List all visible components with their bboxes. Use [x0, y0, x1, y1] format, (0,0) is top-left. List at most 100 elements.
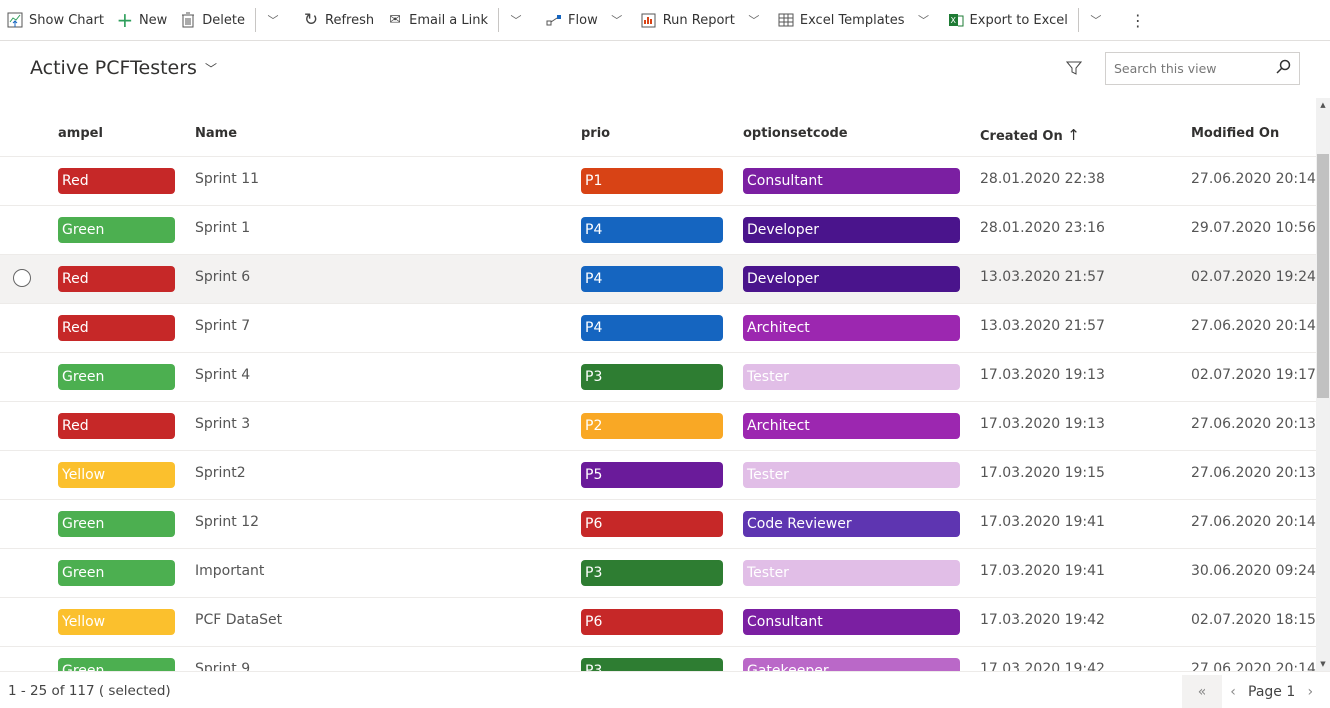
created-on-cell: 28.01.2020 22:38 [980, 171, 1105, 187]
name-cell[interactable]: PCF DataSet [195, 612, 282, 628]
first-page-icon[interactable]: « [1182, 675, 1222, 708]
modified-on-cell: 27.06.2020 20:14 [1191, 661, 1316, 671]
table-row[interactable]: Red Sprint 3 P2 Architect 17.03.2020 19:13 27… [0, 402, 1316, 451]
search-input[interactable] [1114, 61, 1275, 76]
email-link-button[interactable]: ✉ Email a Link [380, 0, 494, 40]
table-row[interactable]: Green Sprint 1 P4 Developer 28.01.2020 23:16… [0, 206, 1316, 255]
excel-templates-button[interactable]: Excel Templates [771, 0, 911, 40]
export-excel-chevron[interactable]: ﹀ [1083, 0, 1109, 40]
filter-icon[interactable] [1065, 60, 1086, 78]
ampel-badge: Red [58, 168, 175, 194]
email-icon: ✉ [389, 12, 401, 28]
column-header-optionsetcode[interactable]: optionsetcode [743, 126, 848, 141]
prio-badge: P4 [581, 266, 723, 292]
show-chart-button[interactable]: Show Chart [0, 0, 110, 40]
ampel-badge: Yellow [58, 609, 175, 635]
table-row[interactable]: Yellow Sprint2 P5 Tester 17.03.2020 19:15 27.… [0, 451, 1316, 500]
scroll-down-icon[interactable]: ▼ [1316, 657, 1330, 671]
column-header-modified-on[interactable]: Modified On [1191, 126, 1279, 141]
flow-icon [545, 12, 563, 28]
view-selector[interactable]: Active PCFTesters ﹀ [30, 57, 217, 79]
plus-icon: + [116, 8, 134, 32]
table-row[interactable]: Green Sprint 9 P3 Gatekeeper 17.03.2020 19:4… [0, 647, 1316, 671]
name-cell[interactable]: Sprint 7 [195, 318, 250, 334]
name-cell[interactable]: Sprint 1 [195, 220, 250, 236]
divider [1077, 8, 1079, 32]
ampel-badge: Green [58, 560, 175, 586]
column-header-name[interactable]: Name [195, 126, 237, 141]
next-page-icon[interactable]: › [1299, 675, 1321, 708]
scroll-up-icon[interactable]: ▲ [1316, 98, 1330, 112]
modified-on-cell: 29.07.2020 10:56 [1191, 220, 1316, 236]
prio-badge: P4 [581, 217, 723, 243]
table-row[interactable]: Red Sprint 11 P1 Consultant 28.01.2020 22:38… [0, 157, 1316, 206]
table-row[interactable]: Yellow PCF DataSet P6 Consultant 17.03.2020 … [0, 598, 1316, 647]
grid-footer: 1 - 25 of 117 ( selected) « ‹ Page 1 › [0, 671, 1330, 708]
refresh-icon: ↻ [303, 10, 319, 30]
name-cell[interactable]: Sprint 11 [195, 171, 259, 187]
ampel-badge: Red [58, 266, 175, 292]
modified-on-cell: 27.06.2020 20:14 [1191, 318, 1316, 334]
column-header-prio[interactable]: prio [581, 126, 610, 141]
row-select-radio[interactable] [13, 269, 31, 287]
table-row[interactable]: Red Sprint 7 P4 Architect 13.03.2020 21:57 27… [0, 304, 1316, 353]
modified-on-cell: 27.06.2020 20:14 [1191, 514, 1316, 530]
table-row[interactable]: Green Sprint 4 P3 Tester 17.03.2020 19:13 02.… [0, 353, 1316, 402]
modified-on-cell: 30.06.2020 09:24 [1191, 563, 1316, 579]
excel-template-icon [777, 12, 795, 28]
name-cell[interactable]: Sprint 6 [195, 269, 250, 285]
more-email-chevron[interactable]: ﹀ [503, 0, 529, 40]
optionsetcode-badge: Architect [743, 315, 960, 341]
excel-icon: X [947, 12, 965, 28]
prio-badge: P5 [581, 462, 723, 488]
name-cell[interactable]: Sprint 4 [195, 367, 250, 383]
name-cell[interactable]: Sprint2 [195, 465, 246, 481]
optionsetcode-badge: Developer [743, 217, 960, 243]
prio-badge: P3 [581, 364, 723, 390]
name-cell[interactable]: Sprint 3 [195, 416, 250, 432]
ampel-badge: Green [58, 217, 175, 243]
created-on-cell: 17.03.2020 19:41 [980, 514, 1105, 530]
modified-on-cell: 02.07.2020 18:15 [1191, 612, 1316, 628]
created-on-cell: 17.03.2020 19:41 [980, 563, 1105, 579]
optionsetcode-badge: Developer [743, 266, 960, 292]
run-report-button[interactable]: Run Report [634, 0, 741, 40]
new-button[interactable]: + New [110, 0, 173, 40]
delete-button[interactable]: Delete [173, 0, 251, 40]
sort-ascending-icon: ↑ [1067, 126, 1080, 144]
more-delete-chevron[interactable]: ﹀ [260, 0, 286, 40]
more-commands-icon[interactable]: ⋮ [1125, 0, 1151, 40]
column-header-ampel[interactable]: ampel [58, 126, 103, 141]
ampel-badge: Red [58, 413, 175, 439]
created-on-cell: 17.03.2020 19:15 [980, 465, 1105, 481]
search-icon[interactable] [1275, 59, 1291, 79]
refresh-button[interactable]: ↻ Refresh [296, 0, 380, 40]
report-icon [640, 12, 658, 28]
optionsetcode-badge: Consultant [743, 168, 960, 194]
created-on-cell: 17.03.2020 19:42 [980, 612, 1105, 628]
run-report-chevron[interactable]: ﹀ [741, 0, 767, 40]
scrollbar-thumb[interactable] [1317, 154, 1329, 398]
name-cell[interactable]: Important [195, 563, 264, 579]
table-row[interactable]: Red Sprint 6 P4 Developer 13.03.2020 21:57 02… [0, 255, 1316, 304]
flow-chevron[interactable]: ﹀ [604, 0, 630, 40]
export-excel-button[interactable]: X Export to Excel [941, 0, 1074, 40]
vertical-scrollbar[interactable]: ▲ ▼ [1316, 98, 1330, 671]
table-row[interactable]: Green Sprint 12 P6 Code Reviewer 17.03.2020 … [0, 500, 1316, 549]
column-header-created-on[interactable]: Created On ↑ [980, 126, 1080, 144]
ampel-badge: Green [58, 658, 175, 671]
flow-button[interactable]: Flow [539, 0, 604, 40]
prio-badge: P6 [581, 609, 723, 635]
name-cell[interactable]: Sprint 9 [195, 661, 250, 671]
excel-templates-chevron[interactable]: ﹀ [911, 0, 937, 40]
trash-icon [179, 12, 197, 28]
table-row[interactable]: Green Important P3 Tester 17.03.2020 19:41 30… [0, 549, 1316, 598]
created-on-cell: 17.03.2020 19:42 [980, 661, 1105, 671]
prio-badge: P2 [581, 413, 723, 439]
modified-on-cell: 27.06.2020 20:14 [1191, 171, 1316, 187]
created-on-cell: 28.01.2020 23:16 [980, 220, 1105, 236]
name-cell[interactable]: Sprint 12 [195, 514, 259, 530]
previous-page-icon[interactable]: ‹ [1222, 675, 1244, 708]
data-grid: ampel Name prio optionsetcode Created On… [0, 110, 1316, 671]
page-number: Page 1 [1248, 683, 1296, 700]
